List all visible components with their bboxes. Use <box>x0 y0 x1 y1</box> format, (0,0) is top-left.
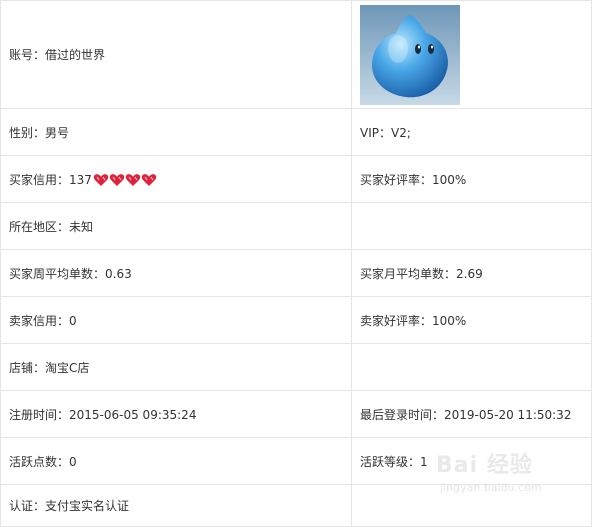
register-time-cell: 注册时间：2015-06-05 09:35:24 <box>0 390 352 438</box>
table-row: 性别：男号 VIP：V2; <box>0 108 592 156</box>
table-row: 账号：借过的世界 <box>0 0 592 109</box>
table-row: 认证：支付宝实名认证 <box>0 484 592 527</box>
verification-cell: 认证：支付宝实名认证 <box>0 484 352 527</box>
seller-positive-rate-cell: 卖家好评率：100% <box>351 296 592 344</box>
buyer-positive-rate-cell: 买家好评率：100% <box>351 155 592 203</box>
buyer-monthly-avg-cell: 买家月平均单数：2.69 <box>351 249 592 297</box>
buyer-credit-cell: 买家信用：137 <box>0 155 352 203</box>
table-row: 注册时间：2015-06-05 09:35:24 最后登录时间：2019-05-… <box>0 390 592 438</box>
empty-cell <box>351 202 592 250</box>
buyer-credit-text: 买家信用：137 <box>9 172 92 187</box>
activity-points-cell: 活跃点数：0 <box>0 437 352 485</box>
table-row: 活跃点数：0 活跃等级：1 <box>0 437 592 485</box>
empty-cell <box>351 484 592 527</box>
table-row: 卖家信用：0 卖家好评率：100% <box>0 296 592 344</box>
vip-cell: VIP：V2; <box>351 108 592 156</box>
region-cell: 所在地区：未知 <box>0 202 352 250</box>
account-cell: 账号：借过的世界 <box>0 0 352 109</box>
buyer-weekly-avg-cell: 买家周平均单数：0.63 <box>0 249 352 297</box>
heart-icon <box>141 174 157 186</box>
seller-credit-cell: 卖家信用：0 <box>0 296 352 344</box>
last-login-cell: 最后登录时间：2019-05-20 11:50:32 <box>351 390 592 438</box>
credit-hearts <box>93 173 157 187</box>
empty-cell <box>351 343 592 391</box>
activity-level-cell: 活跃等级：1 <box>351 437 592 485</box>
gender-cell: 性别：男号 <box>0 108 352 156</box>
table-row: 买家信用：137 买家好评率：100% <box>0 155 592 203</box>
heart-icon <box>125 174 141 186</box>
table-row: 所在地区：未知 <box>0 202 592 250</box>
avatar-cell <box>351 0 592 109</box>
table-row: 店铺：淘宝C店 <box>0 343 592 391</box>
table-row: 买家周平均单数：0.63 买家月平均单数：2.69 <box>0 249 592 297</box>
heart-icon <box>93 174 109 186</box>
shop-cell: 店铺：淘宝C店 <box>0 343 352 391</box>
heart-icon <box>109 174 125 186</box>
qq-penguin-blob-icon <box>360 4 460 105</box>
account-info-table: 账号：借过的世界 性别：男号 VIP：V2; 买家信用：137 买家好评率：10… <box>0 0 592 527</box>
